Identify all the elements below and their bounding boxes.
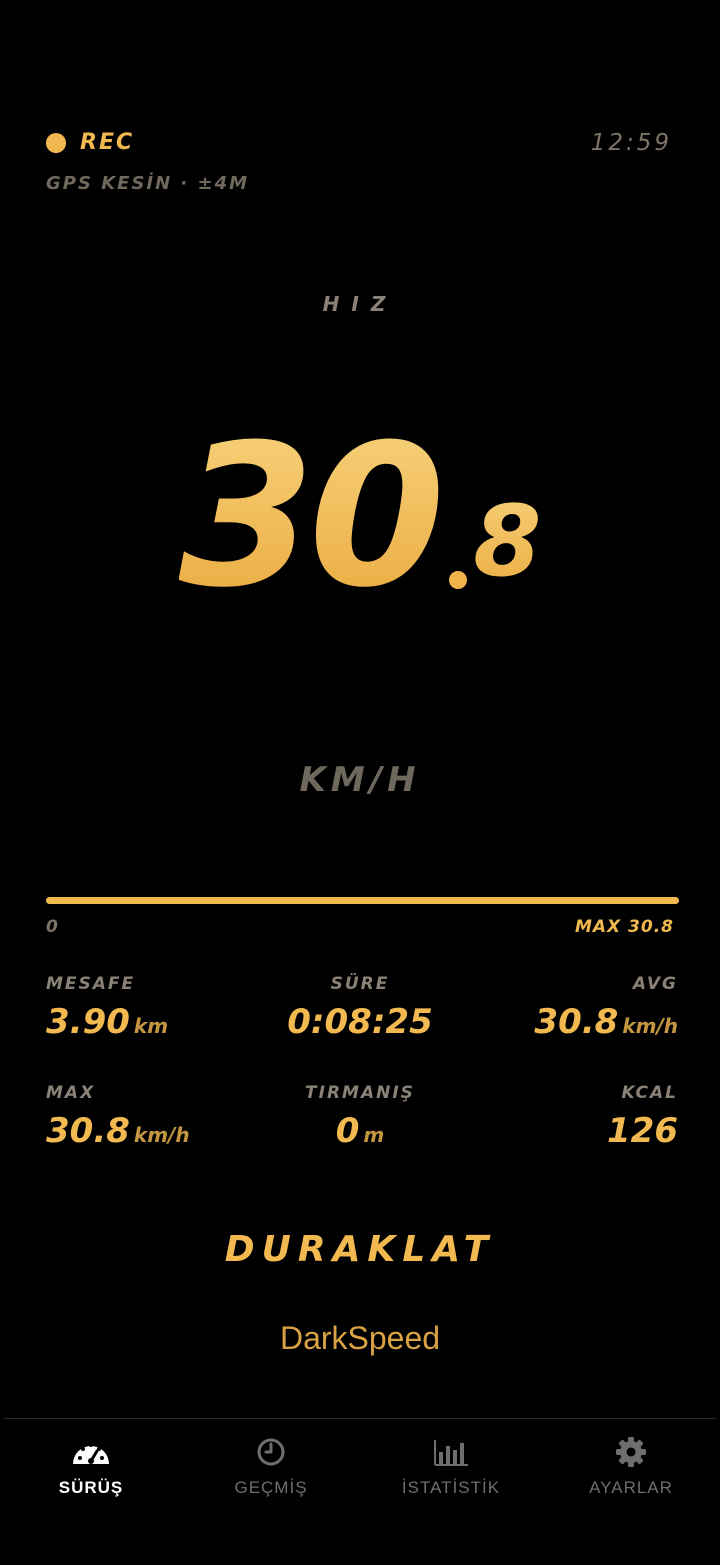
nav-tab-label: İSTATİSTİK	[401, 1478, 501, 1497]
brand-name: DarkSpeed	[279, 1320, 441, 1356]
nav-tab-label: SÜRÜŞ	[58, 1478, 124, 1497]
speed-label: HIZ	[322, 292, 398, 316]
pause-button[interactable]: DURAKLAT	[160, 1222, 560, 1278]
stat-label: AVG	[632, 974, 678, 994]
speed-progress-bar	[46, 897, 679, 904]
stat-label: SÜRE	[330, 974, 390, 994]
scale-max-label: MAX 30.8	[574, 917, 674, 937]
stat-label: MAX	[46, 1083, 96, 1103]
scale-min-label: 0	[46, 917, 58, 937]
stat-value: 30.8 km/h	[534, 1002, 678, 1042]
nav-tab-history[interactable]: GEÇMİŞ	[181, 1434, 361, 1514]
clock-icon	[257, 1438, 285, 1466]
stat-value: 3.90 km	[46, 1002, 169, 1042]
stat-elevation-gain: TIRMANIŞ 0m	[250, 1083, 470, 1151]
stat-unit: km/h	[622, 1014, 678, 1038]
stat-value: 30.8 km/h	[46, 1111, 190, 1151]
stat-label: KCAL	[621, 1083, 678, 1103]
speed-unit: KM/H	[299, 760, 421, 800]
nav-tab-label: AYARLAR	[589, 1478, 673, 1497]
stat-unit: km	[133, 1014, 169, 1038]
speed-readout: 30 8	[0, 410, 720, 625]
stat-label: MESAFE	[46, 974, 136, 994]
recording-label: REC	[80, 130, 135, 155]
stat-distance: MESAFE 3.90 km	[46, 974, 266, 1042]
stat-label: TIRMANIŞ	[305, 1083, 415, 1103]
recording-indicator-dot	[46, 133, 66, 153]
gps-status: GPS KESİN · ±4M	[46, 173, 250, 194]
nav-tab-label: GEÇMİŞ	[234, 1478, 308, 1497]
nav-tab-ride[interactable]: SÜRÜŞ	[1, 1434, 181, 1514]
stat-unit: m	[363, 1123, 385, 1147]
nav-tab-statistics[interactable]: İSTATİSTİK	[361, 1434, 541, 1514]
speedometer-icon	[73, 1443, 109, 1464]
nav-tab-settings[interactable]: AYARLAR	[541, 1434, 720, 1514]
nav-divider	[4, 1418, 716, 1419]
stat-unit: km/h	[133, 1123, 190, 1147]
speed-progress-fill	[46, 897, 679, 904]
stat-value: 0:08:25	[287, 1002, 433, 1042]
speed-decimal-point	[449, 571, 468, 589]
bar-chart-icon	[434, 1440, 468, 1466]
speed-integer: 30	[178, 403, 446, 631]
speed-decimal: 8	[473, 477, 541, 607]
stat-value: 126	[607, 1111, 678, 1151]
stat-duration: SÜRE 0:08:25	[250, 974, 470, 1042]
clock-time: 12:59	[590, 130, 672, 156]
stat-average-speed: AVG 30.8 km/h	[458, 974, 678, 1042]
stat-calories: KCAL 126	[458, 1083, 678, 1151]
stat-max-speed: MAX 30.8 km/h	[46, 1083, 266, 1151]
gear-icon	[616, 1437, 646, 1467]
stat-value: 0m	[335, 1111, 385, 1151]
